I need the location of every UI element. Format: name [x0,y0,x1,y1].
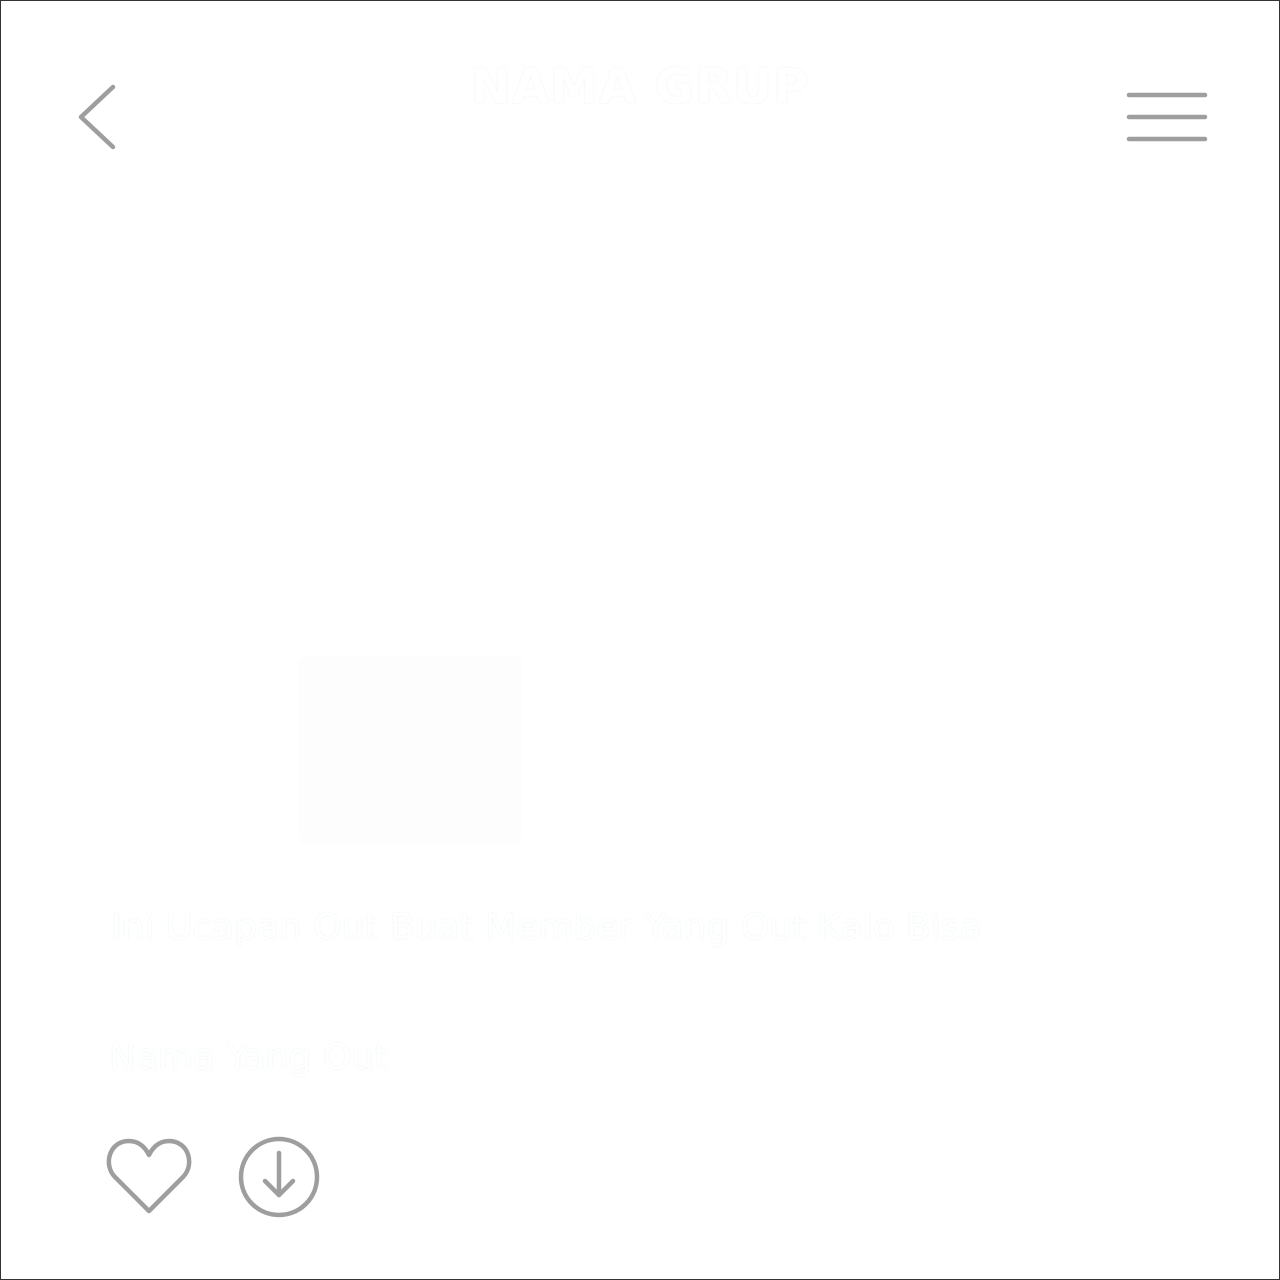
hamburger-menu-icon [1126,92,1208,142]
heart-icon [106,1138,192,1214]
download-circle-icon [238,1136,320,1218]
post-image [299,657,521,843]
menu-button[interactable] [1123,87,1213,147]
group-title: NAMA GRUP [470,59,810,115]
like-button[interactable] [105,1135,193,1217]
app-screen: NAMA GRUP Ini Ucapan Out Buat Member Yan… [0,0,1280,1280]
download-button[interactable] [237,1135,321,1219]
farewell-message: Ini Ucapan Out Buat Member Yang Out Kalo… [111,907,982,948]
member-name: Nama Yang Out [109,1037,389,1078]
